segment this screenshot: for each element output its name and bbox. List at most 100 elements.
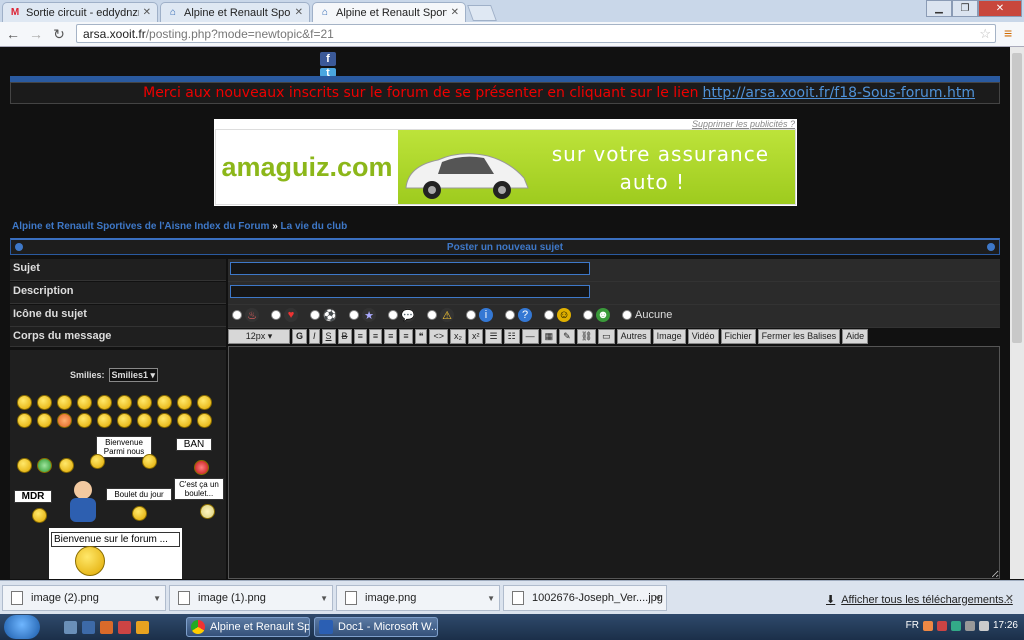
hr-icon[interactable]: — — [521, 328, 539, 344]
download-item[interactable]: image (1).png ▼ — [169, 585, 333, 611]
align-left-icon[interactable]: ≡ — [353, 328, 367, 344]
align-center-icon[interactable]: ≡ — [368, 328, 383, 344]
taskbar-item-chrome[interactable]: Alpine et Renault Sp... — [186, 617, 310, 637]
icon-radio[interactable] — [583, 310, 593, 320]
icon-radio[interactable] — [349, 310, 359, 320]
exclamation-smiley-icon[interactable] — [137, 413, 152, 428]
breadcrumb-section[interactable]: La vie du club — [281, 221, 348, 232]
tab-alpine-1[interactable]: ⌂ Alpine et Renault Sportive ✕ — [160, 2, 310, 22]
ad-content[interactable]: amaguiz.com sur votre assurance auto ! — [215, 129, 796, 205]
chevron-down-icon[interactable]: ▼ — [487, 594, 495, 603]
font-size-select[interactable]: 12px ▾ — [228, 328, 290, 344]
idea-smiley-icon[interactable] — [177, 413, 192, 428]
bullet-list-icon[interactable]: ☰ — [485, 328, 502, 344]
scroll-thumb[interactable] — [1012, 53, 1022, 343]
smiley-icon[interactable] — [177, 395, 192, 410]
smiley-icon[interactable] — [132, 506, 147, 521]
language-indicator[interactable]: FR — [906, 620, 919, 631]
boulet-sign[interactable]: Boulet du jour — [106, 488, 172, 501]
smiley-icon[interactable] — [37, 395, 52, 410]
network-icon[interactable] — [964, 620, 975, 631]
pale-smiley-icon[interactable] — [200, 504, 215, 519]
icon-radio[interactable] — [388, 310, 398, 320]
taskbar-item-word[interactable]: Doc1 - Microsoft W... — [314, 617, 438, 637]
character-icon[interactable] — [62, 478, 104, 524]
ban-sign[interactable]: BAN — [176, 438, 212, 451]
tray-icon[interactable] — [950, 620, 961, 631]
pen-icon[interactable]: ✎ — [559, 328, 575, 344]
bookmark-star-icon[interactable]: ☆ — [979, 26, 991, 42]
download-item[interactable]: 1002676-Joseph_Ver....jpg ▼ — [503, 585, 667, 611]
reload-icon[interactable]: ↻ — [50, 25, 68, 43]
show-all-downloads-link[interactable]: ⬇ Afficher tous les téléchargements... — [826, 593, 1013, 607]
icon-radio[interactable] — [427, 310, 437, 320]
superscript-icon[interactable]: x² — [467, 328, 484, 344]
close-window-icon[interactable]: ✕ — [978, 0, 1022, 17]
help-button[interactable]: Aide — [842, 328, 869, 344]
bienvenue-sign[interactable]: Bienvenue Parmi nous — [96, 436, 152, 458]
volume-icon[interactable] — [978, 620, 989, 631]
icon-radio[interactable] — [544, 310, 554, 320]
smiley-icon[interactable] — [90, 454, 105, 469]
download-item[interactable]: image (2).png ▼ — [2, 585, 166, 611]
underline-button[interactable]: S — [321, 328, 336, 344]
smiley-icon[interactable] — [197, 395, 212, 410]
close-tags-button[interactable]: Fermer les Balises — [757, 328, 841, 344]
subject-input[interactable] — [230, 262, 590, 275]
forward-icon[interactable]: → — [27, 25, 45, 43]
cestca-sign[interactable]: C'est ça un boulet... — [174, 478, 224, 500]
facebook-icon[interactable]: f — [320, 52, 336, 66]
folder-icon[interactable] — [136, 621, 149, 634]
smiley-icon[interactable] — [77, 395, 92, 410]
align-right-icon[interactable]: ≡ — [384, 328, 398, 344]
desktop-icon[interactable] — [82, 621, 95, 634]
icon-radio[interactable] — [232, 310, 242, 320]
message-body-textarea[interactable] — [228, 346, 1000, 579]
close-tab-icon[interactable]: ✕ — [295, 7, 303, 18]
chevron-down-icon[interactable]: ▼ — [153, 594, 161, 603]
clock[interactable]: 17:26 — [993, 620, 1018, 631]
smiley-icon[interactable] — [142, 454, 157, 469]
smiley-icon[interactable] — [32, 508, 47, 523]
smiley-icon[interactable] — [117, 395, 132, 410]
italic-button[interactable]: I — [309, 328, 320, 344]
red-smiley-icon[interactable] — [194, 460, 209, 475]
smiley-icon[interactable] — [17, 458, 32, 473]
question-smiley-icon[interactable] — [157, 413, 172, 428]
remove-ads-link[interactable]: Supprimer les publicités ? — [692, 119, 795, 129]
close-tab-icon[interactable]: ✕ — [143, 7, 151, 18]
mdr-sign[interactable]: MDR — [14, 490, 52, 503]
smiley-icon[interactable] — [97, 395, 112, 410]
autres-button[interactable]: Autres — [616, 328, 651, 344]
fichier-button[interactable]: Fichier — [720, 328, 756, 344]
bold-button[interactable]: G — [292, 328, 308, 344]
icon-radio[interactable] — [271, 310, 281, 320]
smiley-icon[interactable] — [17, 413, 32, 428]
page-scrollbar[interactable] — [1010, 47, 1024, 579]
link-icon[interactable]: ⛓ — [576, 328, 597, 344]
subscript-icon[interactable]: x₂ — [449, 328, 466, 344]
app-icon[interactable] — [118, 621, 131, 634]
explorer-icon[interactable] — [64, 621, 77, 634]
chevron-down-icon[interactable]: ▼ — [320, 594, 328, 603]
numbered-list-icon[interactable]: ☷ — [503, 328, 520, 344]
angry-smiley-icon[interactable] — [57, 413, 72, 428]
video-button[interactable]: Vidéo — [687, 328, 719, 344]
smiley-icon[interactable] — [17, 395, 32, 410]
smiley-icon[interactable] — [37, 413, 52, 428]
start-button[interactable] — [4, 615, 40, 639]
thumbs-smiley-icon[interactable] — [59, 458, 74, 473]
icon-radio-none[interactable] — [622, 310, 632, 320]
smiley-icon[interactable] — [117, 413, 132, 428]
quote-icon[interactable]: ❝ — [414, 328, 428, 344]
smilies-select[interactable]: Smilies1 ▾ — [108, 368, 159, 382]
icon-radio[interactable] — [310, 310, 320, 320]
download-item[interactable]: image.png ▼ — [336, 585, 500, 611]
smiley-icon[interactable] — [77, 413, 92, 428]
tab-gmail[interactable]: M Sortie circuit - eddydnzrt@ ✕ — [2, 2, 158, 22]
media-icon[interactable] — [100, 621, 113, 634]
chevron-down-icon[interactable]: ▼ — [654, 594, 662, 603]
maximize-icon[interactable]: ❐ — [952, 0, 978, 17]
smiley-icon[interactable] — [57, 395, 72, 410]
new-tab-button[interactable] — [467, 5, 497, 21]
